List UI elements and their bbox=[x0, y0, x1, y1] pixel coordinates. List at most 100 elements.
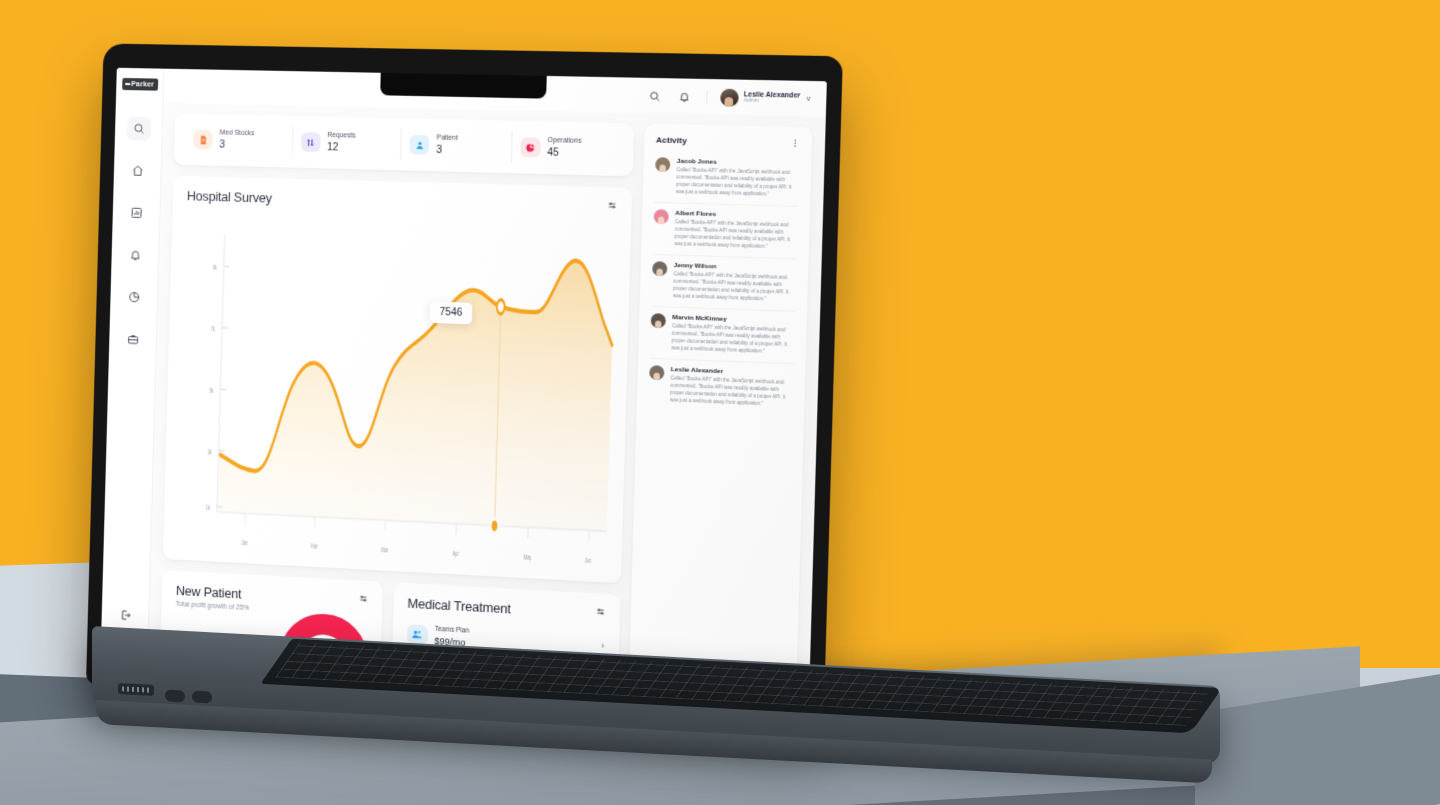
medicine-file-icon-glyph bbox=[200, 135, 206, 145]
activity-text: Called "Books-API" with the JavaScript w… bbox=[672, 271, 789, 302]
activity-body: Albert Flores Called "Books-API" with th… bbox=[674, 210, 798, 252]
sidebar-item-search[interactable] bbox=[126, 116, 151, 141]
stat-label: Requests bbox=[327, 131, 356, 140]
sidebar-item-cases[interactable] bbox=[120, 327, 144, 352]
sidebar-item-home[interactable] bbox=[125, 158, 149, 183]
vertical-dots-icon[interactable] bbox=[790, 138, 800, 148]
stat-value: 3 bbox=[219, 139, 226, 151]
activity-header: Activity bbox=[644, 124, 813, 155]
dashboard-app: Parker Leslie Alexander Admin ∨ Med Stoc… bbox=[100, 67, 827, 706]
search-icon bbox=[649, 90, 661, 102]
sliders-icon-glyph bbox=[358, 594, 367, 604]
stat-operations[interactable]: Operations 45 bbox=[510, 135, 623, 162]
user-role: Admin bbox=[743, 97, 760, 104]
new-patient-title: New Patient bbox=[175, 583, 242, 602]
display-notch bbox=[380, 72, 547, 99]
chevron-down-icon: ∨ bbox=[805, 95, 812, 104]
activity-text: Called "Books-API" with the JavaScript w… bbox=[674, 219, 791, 250]
stat-body: Operations 45 bbox=[547, 136, 582, 161]
medical-treatment-header: Medical Treatment bbox=[393, 582, 621, 622]
main-area: Leslie Alexander Admin ∨ Med Stocks 3 Re… bbox=[147, 68, 827, 706]
list-item[interactable]: Jenny Wilson Called "Books-API" with the… bbox=[651, 255, 797, 312]
x-tick-label: Feb bbox=[311, 544, 318, 552]
activity-text: Called "Books-API" with the JavaScript w… bbox=[669, 375, 786, 406]
logout-button[interactable] bbox=[113, 602, 137, 627]
sliders-icon[interactable] bbox=[596, 607, 606, 617]
app-logo[interactable]: Parker bbox=[121, 77, 158, 91]
laptop-device: Parker Leslie Alexander Admin ∨ Med Stoc… bbox=[0, 0, 1440, 805]
transfer-arrows-icon-glyph bbox=[305, 137, 315, 147]
app-logo-text: Parker bbox=[131, 80, 155, 89]
avatar bbox=[649, 365, 665, 381]
stat-label: Operations bbox=[547, 136, 582, 145]
sliders-icon-glyph bbox=[596, 607, 606, 617]
x-tick-label: Jan bbox=[241, 541, 247, 549]
activity-list: Jacob Jones Called "Books-API" with the … bbox=[629, 151, 812, 699]
screen-content: Parker Leslie Alexander Admin ∨ Med Stoc… bbox=[100, 67, 827, 706]
chevron-right-icon[interactable]: › bbox=[601, 640, 604, 651]
sidebar-item-analytics[interactable] bbox=[124, 200, 148, 225]
chart-area-fill bbox=[218, 250, 615, 532]
stat-body: Patient 3 bbox=[436, 133, 458, 158]
list-item[interactable]: Jacob Jones Called "Books-API" with the … bbox=[654, 151, 800, 208]
users-icon-glyph bbox=[412, 631, 422, 639]
list-item[interactable]: Albert Flores Called "Books-API" with th… bbox=[652, 203, 799, 260]
activity-card: Activity Jacob Jones Called "Books-API" … bbox=[628, 123, 813, 705]
chart-svg: 9k 7k 5k 3k 1k Jan Feb Mar Apr May Jun bbox=[206, 210, 619, 566]
bell-icon bbox=[679, 90, 691, 102]
avatar bbox=[650, 313, 666, 329]
pie-chart-icon-glyph bbox=[526, 143, 535, 152]
stat-requests[interactable]: Requests 12 bbox=[291, 130, 400, 156]
avatar bbox=[719, 88, 739, 107]
stat-value: 12 bbox=[326, 141, 339, 154]
bar-chart-icon bbox=[130, 207, 141, 218]
stat-label: Med Stocks bbox=[219, 129, 255, 138]
home-icon bbox=[132, 164, 142, 176]
activity-body: Leslie Alexander Called "Books-API" with… bbox=[670, 366, 794, 409]
y-tick-label: 3k bbox=[207, 449, 211, 457]
bell-icon bbox=[129, 250, 139, 260]
user-meta: Leslie Alexander Admin bbox=[744, 91, 801, 106]
chart-marker-axis-point bbox=[491, 519, 499, 533]
y-tick-label: 9k bbox=[213, 265, 217, 273]
stat-med-stocks[interactable]: Med Stocks 3 bbox=[184, 128, 292, 154]
y-tick-label: 5k bbox=[209, 388, 213, 396]
stat-label: Patient bbox=[436, 134, 458, 143]
stat-value: 3 bbox=[436, 144, 443, 156]
user-icon-glyph bbox=[416, 141, 423, 149]
activity-user-name: Jacob Jones bbox=[676, 158, 717, 167]
sidebar-item-notifications[interactable] bbox=[123, 243, 147, 268]
briefcase-icon bbox=[127, 333, 139, 345]
activity-body: Jenny Wilson Called "Books-API" with the… bbox=[673, 262, 797, 305]
usb-c-port-1 bbox=[165, 689, 185, 703]
list-item[interactable]: Leslie Alexander Called "Books-API" with… bbox=[648, 359, 793, 416]
medical-treatment-title: Medical Treatment bbox=[407, 596, 511, 617]
new-patient-titles: New Patient Total profit growth of 25% bbox=[175, 584, 249, 612]
magsafe-port bbox=[118, 683, 154, 696]
y-tick-label: 7k bbox=[211, 327, 215, 335]
user-menu[interactable]: Leslie Alexander Admin ∨ bbox=[719, 88, 812, 108]
activity-body: Jacob Jones Called "Books-API" with the … bbox=[676, 158, 800, 200]
usb-c-port-2 bbox=[192, 690, 212, 704]
topbar-search-button[interactable] bbox=[646, 87, 664, 104]
activity-text: Called "Books-API" with the JavaScript w… bbox=[675, 167, 792, 197]
sliders-icon[interactable] bbox=[358, 594, 367, 604]
x-tick-label: Apr bbox=[452, 551, 458, 559]
topbar-notifications-button[interactable] bbox=[676, 88, 694, 105]
stat-patient[interactable]: Patient 3 bbox=[400, 133, 511, 160]
avatar bbox=[655, 157, 671, 173]
user-icon bbox=[409, 134, 430, 155]
avatar bbox=[653, 209, 669, 225]
right-column: Activity Jacob Jones Called "Books-API" … bbox=[628, 123, 813, 705]
content-area: Med Stocks 3 Requests 12 Patient 3 Opera… bbox=[148, 103, 826, 706]
y-tick-label: 1k bbox=[206, 505, 210, 513]
sidebar-item-reports[interactable] bbox=[122, 285, 146, 310]
vertical-dots-icon-glyph bbox=[794, 139, 796, 147]
pie-chart-icon bbox=[128, 291, 140, 303]
new-patient-subtitle: Total profit growth of 25% bbox=[175, 600, 250, 613]
list-item[interactable]: Marvin McKinney Called "Books-API" with … bbox=[649, 306, 796, 365]
laptop-display: Parker Leslie Alexander Admin ∨ Med Stoc… bbox=[100, 67, 827, 706]
laptop-lid: Parker Leslie Alexander Admin ∨ Med Stoc… bbox=[86, 43, 843, 730]
sliders-icon[interactable] bbox=[607, 201, 617, 211]
activity-text: Called "Books-API" with the JavaScript w… bbox=[671, 323, 788, 354]
